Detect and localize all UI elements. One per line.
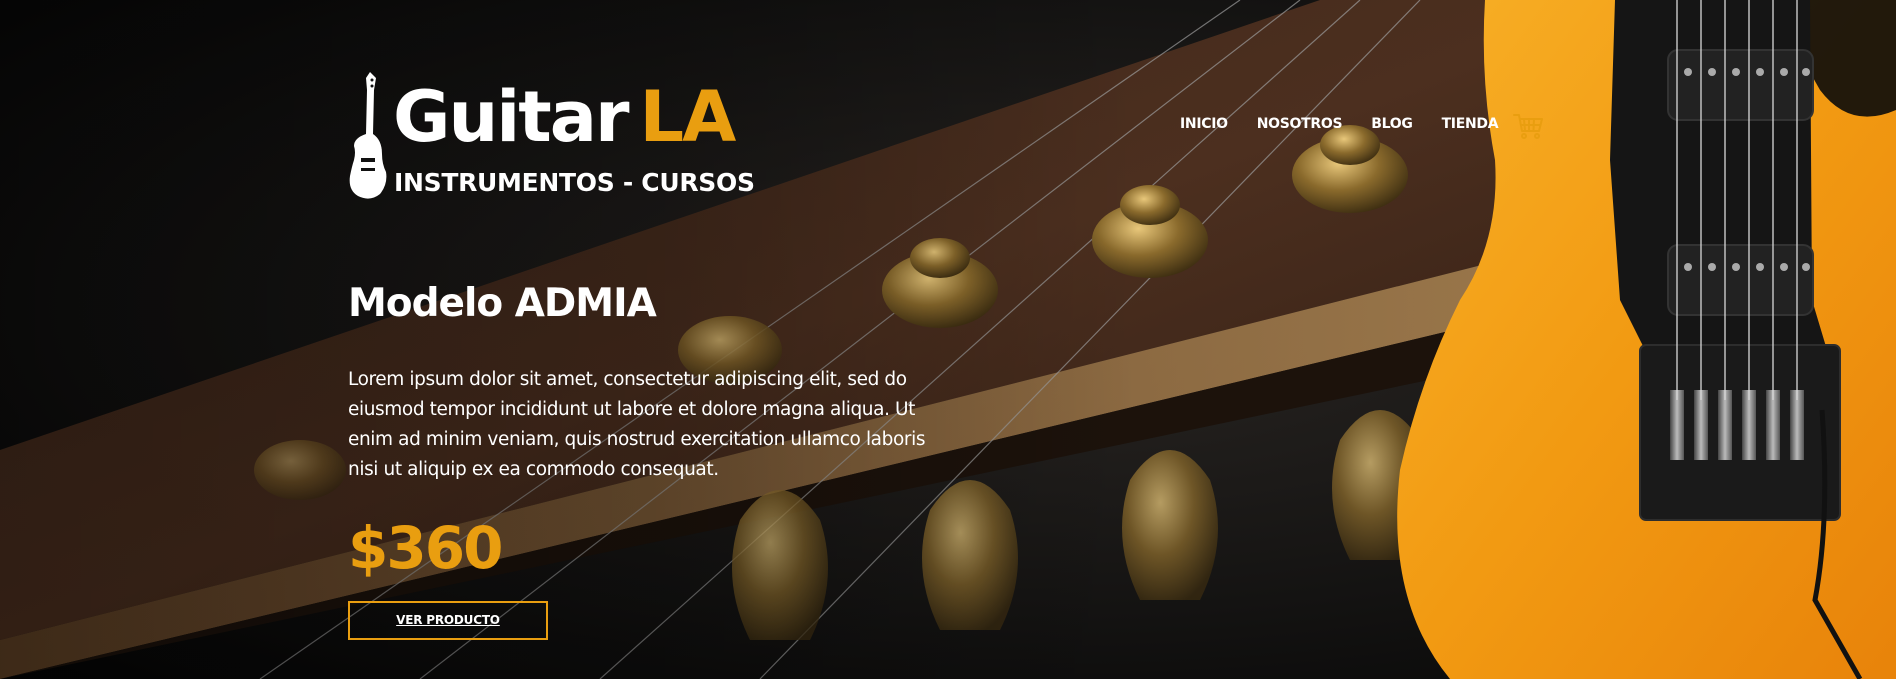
logo-word-la: LA (639, 76, 737, 158)
product-price: $360 (348, 514, 503, 582)
logo-tagline: INSTRUMENTOS - CURSOS (394, 168, 755, 197)
nav-blog[interactable]: BLOG (1371, 116, 1413, 132)
logo-word-guitar: Guitar (393, 76, 630, 158)
product-description: Lorem ipsum dolor sit amet, consectetur … (348, 369, 926, 480)
site-header: Guitar LA INSTRUMENTOS - CURSOS INICIO NO… (348, 70, 1548, 200)
nav-tienda[interactable]: TIENDA (1442, 116, 1499, 132)
hero-section: Guitar LA INSTRUMENTOS - CURSOS INICIO NO… (0, 0, 1896, 679)
logo-wordmark: Guitar LA (393, 82, 736, 152)
product-content: Modelo ADMIA Lorem ipsum dolor sit amet,… (348, 276, 958, 640)
site-logo[interactable]: Guitar LA INSTRUMENTOS - CURSOS (348, 70, 758, 200)
guitar-logo-icon (349, 72, 387, 199)
view-product-button[interactable]: VER PRODUCTO (348, 601, 548, 640)
cart-icon[interactable] (1512, 112, 1544, 140)
nav-nosotros[interactable]: NOSOTROS (1257, 116, 1343, 132)
nav-inicio[interactable]: INICIO (1180, 116, 1228, 132)
main-nav: INICIO NOSOTROS BLOG TIENDA (1180, 116, 1499, 132)
product-title: Modelo ADMIA (348, 281, 657, 326)
